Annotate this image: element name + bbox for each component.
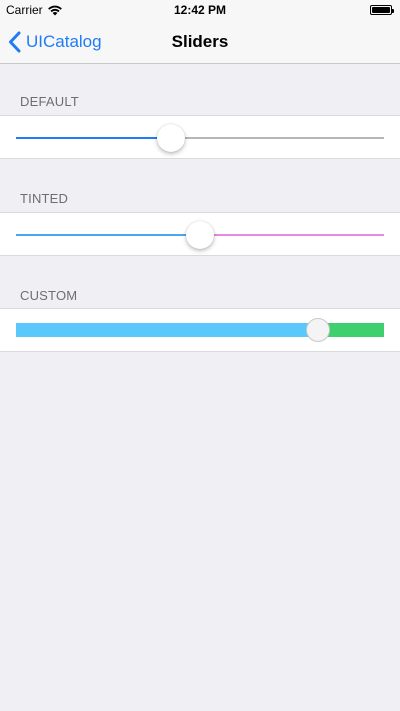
default-slider[interactable] bbox=[16, 116, 384, 160]
slider-cell-default bbox=[0, 115, 400, 159]
section-header-tinted: TINTED bbox=[20, 191, 69, 206]
slider-max-track bbox=[200, 234, 384, 236]
slider-thumb[interactable] bbox=[156, 124, 185, 152]
slider-max-track bbox=[170, 137, 384, 139]
slider-min-track bbox=[16, 323, 318, 337]
page-title: Sliders bbox=[171, 32, 229, 51]
battery-fill bbox=[372, 7, 390, 13]
status-bar: Carrier 12:42 PM bbox=[0, 0, 400, 20]
battery-tip bbox=[392, 8, 394, 13]
slider-thumb[interactable] bbox=[186, 221, 214, 249]
custom-slider[interactable] bbox=[16, 309, 384, 353]
slider-min-track bbox=[16, 234, 200, 236]
slider-cell-tinted bbox=[0, 212, 400, 256]
slider-min-track bbox=[16, 137, 171, 139]
slider-thumb[interactable] bbox=[305, 318, 330, 342]
section-header-default: DEFAULT bbox=[20, 94, 79, 109]
battery-icon bbox=[370, 5, 394, 15]
tinted-slider[interactable] bbox=[16, 213, 384, 257]
slider-cell-custom bbox=[0, 308, 400, 352]
screen: Carrier 12:42 PM UICatalog Sliders DEFAU… bbox=[0, 0, 400, 711]
section-header-custom: CUSTOM bbox=[20, 288, 78, 303]
navigation-bar: UICatalog Sliders bbox=[0, 20, 400, 64]
status-time: 12:42 PM bbox=[173, 3, 227, 17]
